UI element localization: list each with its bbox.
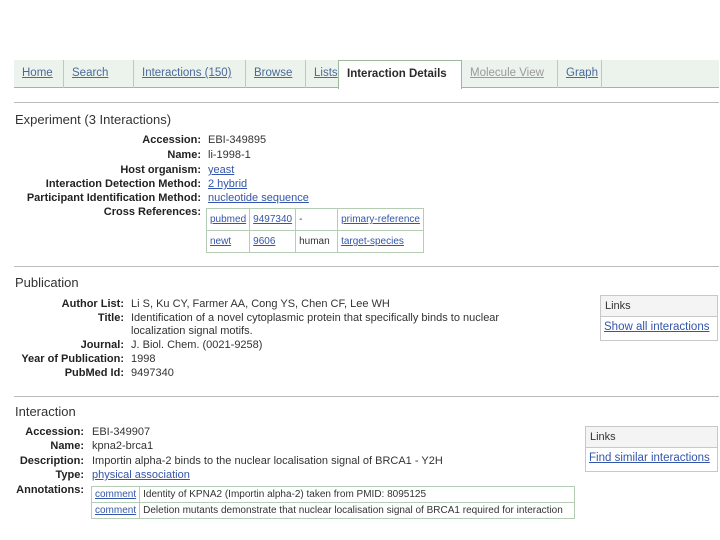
table-row: pubmed 9497340 - primary-reference (205, 208, 424, 231)
annotations-table: comment Identity of KPNA2 (Importin alph… (90, 486, 575, 519)
exp-participant-method-link[interactable]: nucleotide sequence (208, 192, 309, 204)
exp-cross-references-label: Cross References: (103, 206, 201, 218)
int-accession-label: Accession: (25, 426, 84, 438)
tab-home[interactable]: Home (14, 60, 64, 88)
divider (14, 102, 719, 103)
tab-bar: Home Search Interactions (150) Browse Li… (14, 60, 719, 89)
experiment-title: Experiment (3 Interactions) (15, 112, 172, 127)
table-row: comment Deletion mutants demonstrate tha… (90, 502, 575, 519)
exp-accession-value: EBI-349895 (208, 134, 267, 146)
publication-title: Publication (15, 275, 79, 290)
exp-host-organism-label: Host organism: (120, 164, 201, 176)
annotation-text: Deletion mutants demonstrate that nuclea… (139, 502, 575, 519)
pub-title-value: Identification of a novel cytoplasmic pr… (131, 312, 500, 324)
pub-journal-value: J. Biol. Chem. (0021-9258) (131, 339, 263, 351)
divider (14, 266, 719, 267)
int-annotations-label: Annotations: (16, 484, 84, 496)
xref-secondary: human (295, 230, 339, 253)
divider (14, 396, 719, 397)
int-description-value: Importin alpha-2 binds to the nuclear lo… (92, 455, 443, 467)
xref-secondary: - (295, 208, 339, 231)
find-similar-interactions-link[interactable]: Find similar interactions (586, 448, 717, 468)
annotation-topic-link[interactable]: comment (90, 502, 141, 519)
int-name-value: kpna2-brca1 (92, 440, 154, 452)
show-all-interactions-link[interactable]: Show all interactions (601, 317, 717, 337)
exp-name-label: Name: (167, 149, 201, 161)
pub-title-label: Title: (97, 312, 124, 324)
pub-year-value: 1998 (131, 353, 156, 365)
tab-interactions[interactable]: Interactions (150) (134, 60, 246, 88)
xref-id-link[interactable]: 9606 (249, 230, 297, 253)
exp-participant-method-label: Participant Identification Method: (26, 192, 201, 204)
xref-db-link[interactable]: pubmed (205, 208, 251, 231)
annotation-topic-link[interactable]: comment (90, 486, 141, 503)
pub-pubmed-id-label: PubMed Id: (64, 367, 124, 379)
links-header: Links (601, 296, 717, 317)
table-row: comment Identity of KPNA2 (Importin alph… (90, 486, 575, 503)
int-type-label: Type: (55, 469, 84, 481)
pub-author-list-label: Author List: (61, 298, 124, 310)
interaction-links-box: Links Find similar interactions (585, 426, 718, 472)
links-header: Links (586, 427, 717, 448)
pub-pubmed-id-value: 9497340 (131, 367, 174, 379)
pub-journal-label: Journal: (80, 339, 124, 351)
publication-links-box: Links Show all interactions (600, 295, 718, 341)
xref-db-link[interactable]: newt (205, 230, 251, 253)
tab-browse[interactable]: Browse (246, 60, 306, 88)
xref-qualifier-link[interactable]: target-species (337, 230, 424, 253)
table-row: newt 9606 human target-species (205, 230, 424, 253)
int-type-link[interactable]: physical association (92, 469, 190, 481)
exp-detection-method-link[interactable]: 2 hybrid (208, 178, 247, 190)
xref-id-link[interactable]: 9497340 (249, 208, 297, 231)
pub-title-value-cont: localization signal motifs. (131, 325, 253, 337)
exp-host-organism-link[interactable]: yeast (208, 164, 234, 176)
annotation-text: Identity of KPNA2 (Importin alpha-2) tak… (139, 486, 575, 503)
int-name-label: Name: (50, 440, 84, 452)
xref-qualifier-link[interactable]: primary-reference (337, 208, 424, 231)
int-accession-value: EBI-349907 (92, 426, 151, 438)
exp-detection-method-label: Interaction Detection Method: (45, 178, 201, 190)
tab-molecule-view[interactable]: Molecule View (462, 60, 558, 88)
cross-references-table: pubmed 9497340 - primary-reference newt … (205, 208, 424, 253)
tab-graph[interactable]: Graph (558, 60, 602, 88)
pub-year-label: Year of Publication: (21, 353, 124, 365)
interaction-title: Interaction (15, 404, 76, 419)
exp-name-value: li-1998-1 (208, 149, 251, 161)
pub-author-list-value: Li S, Ku CY, Farmer AA, Cong YS, Chen CF… (131, 298, 390, 310)
tab-search[interactable]: Search (64, 60, 134, 88)
int-description-label: Description: (19, 455, 84, 467)
tab-interaction-details[interactable]: Interaction Details (338, 60, 462, 89)
exp-accession-label: Accession: (142, 134, 201, 146)
